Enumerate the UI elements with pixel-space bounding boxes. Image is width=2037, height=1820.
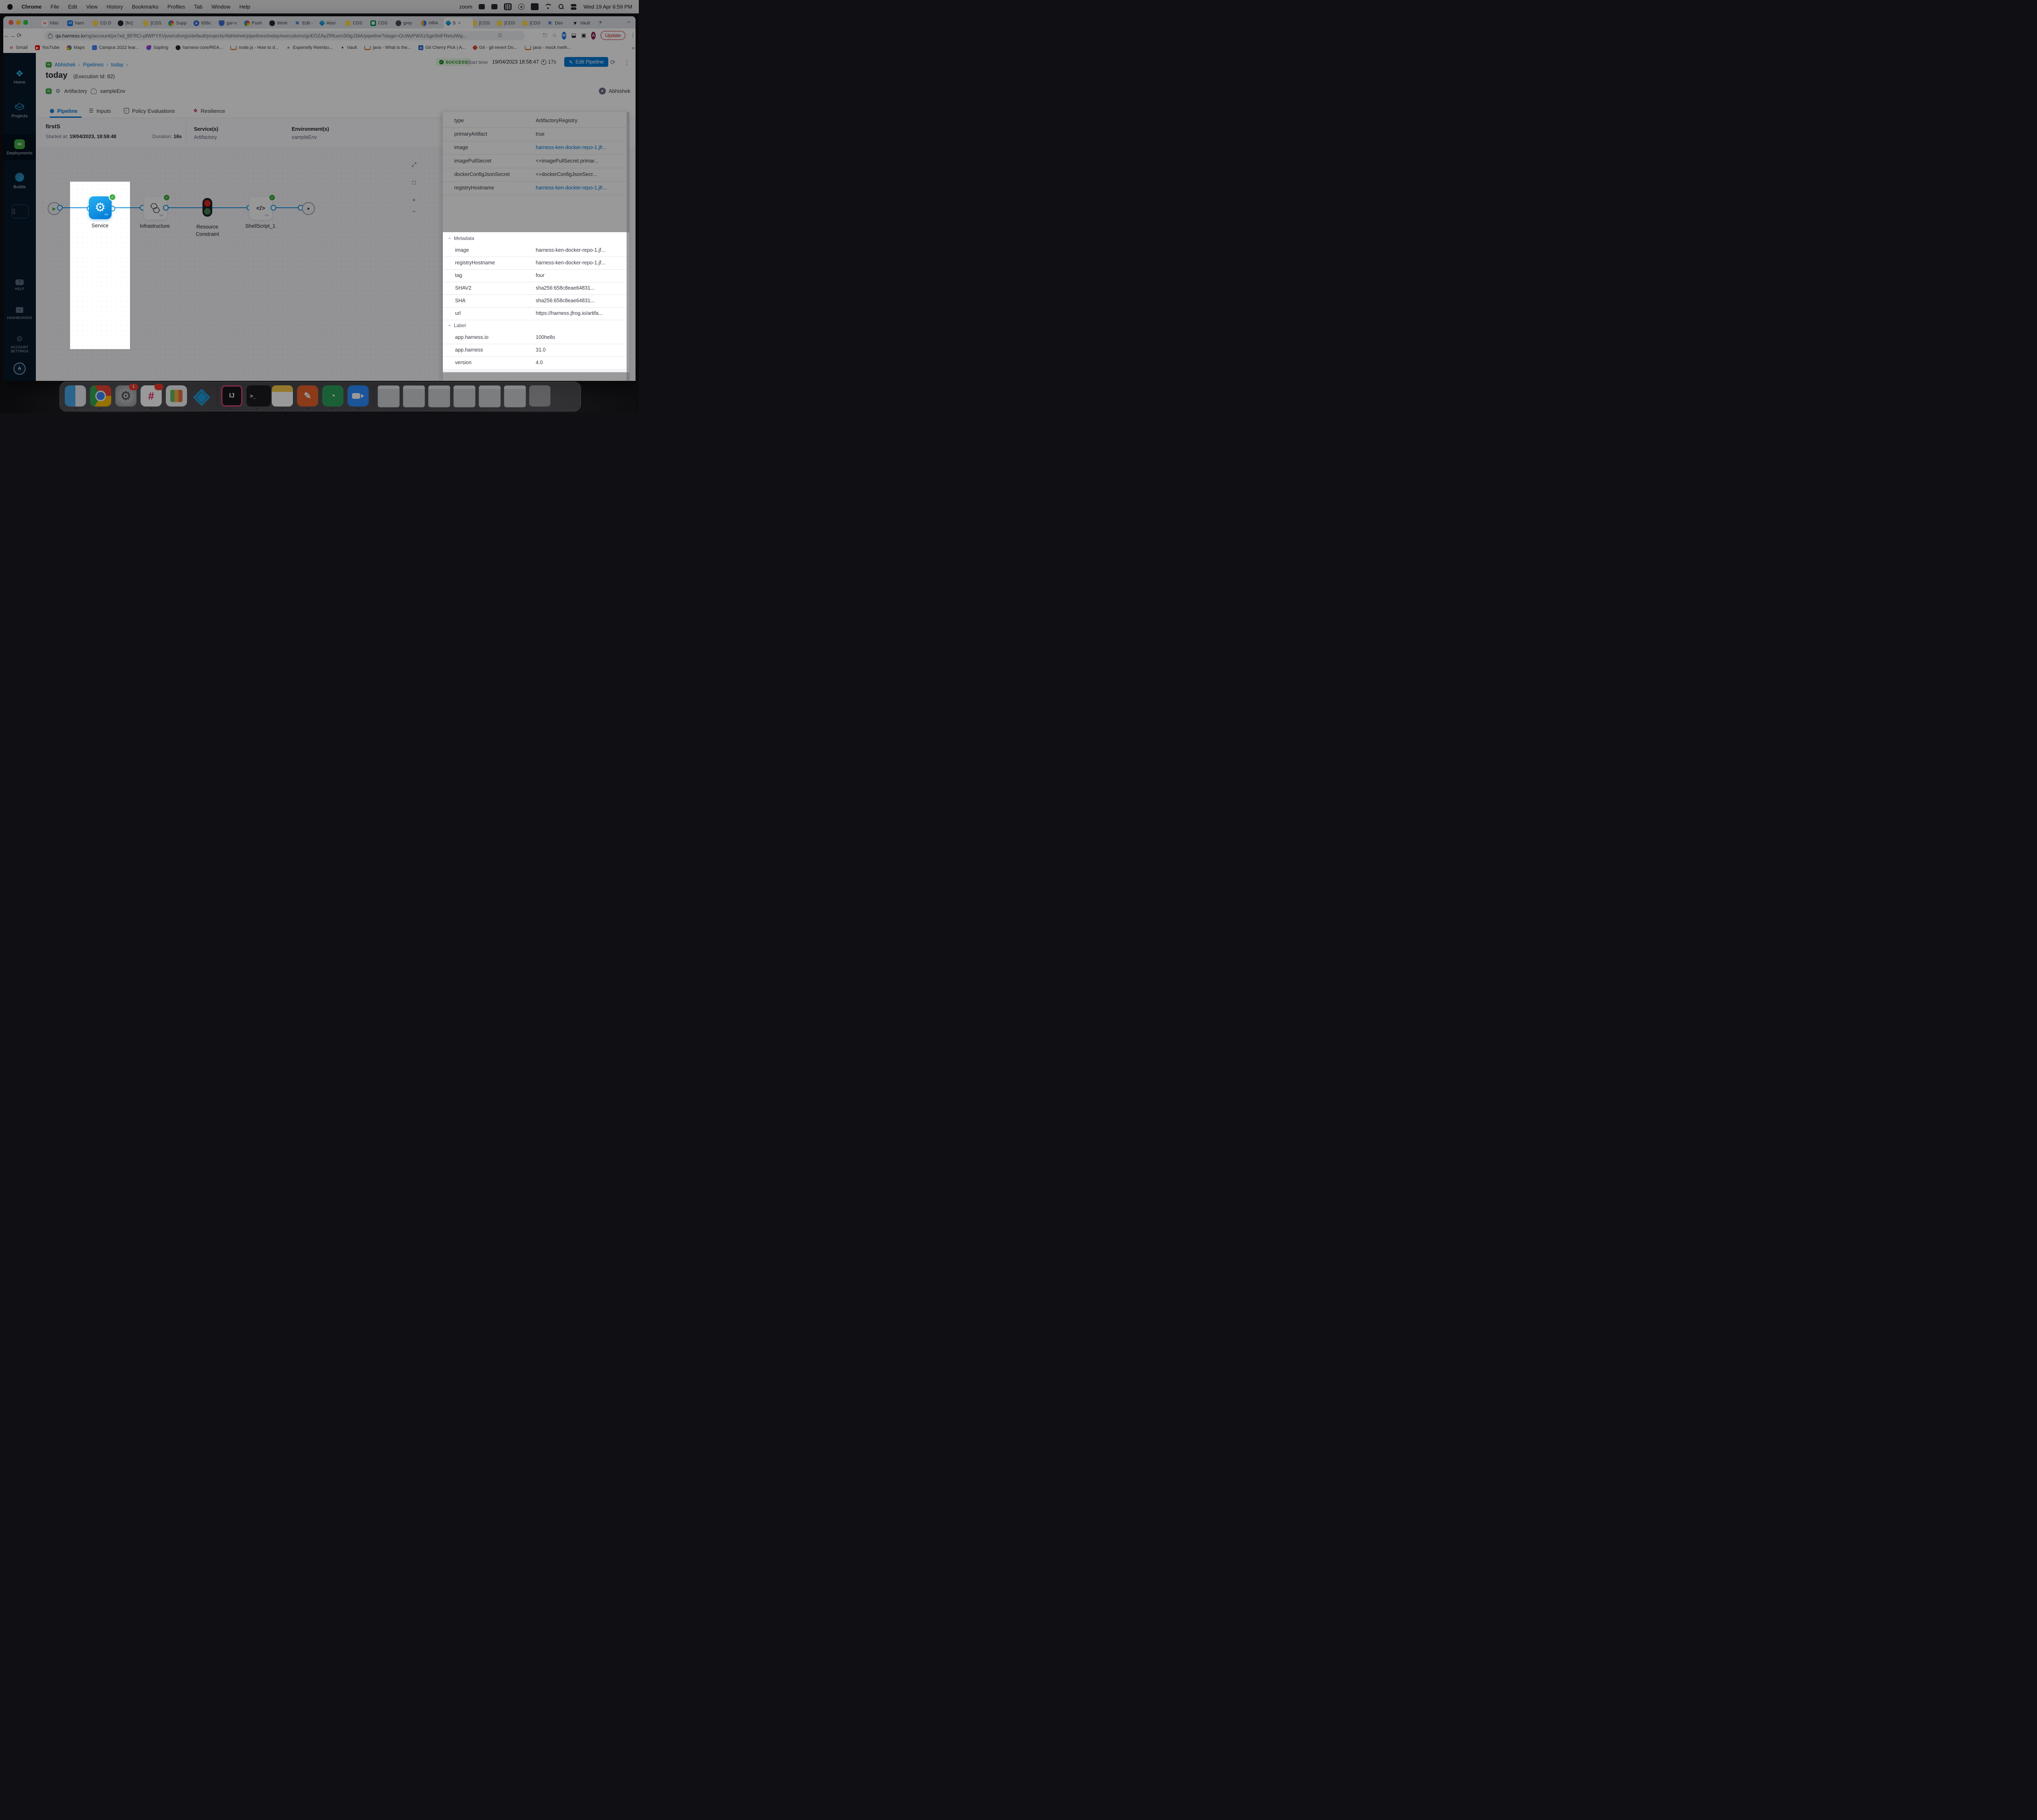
detail-row: SHAV2 sha256:658c8eae64831... <box>443 282 626 295</box>
chevron-up-icon[interactable]: › <box>447 237 452 239</box>
detail-key: url <box>455 310 461 316</box>
detail-key: SHA <box>455 298 466 303</box>
chevron-up-icon[interactable]: › <box>447 325 452 326</box>
metadata-spotlight-panel: ›Metadataimageharness-ken-docker-repo-1.… <box>443 232 629 372</box>
detail-row: app.harness 31.0 <box>443 344 626 357</box>
service-node-spotlight: ⚙ ✓ </> Service <box>70 182 130 349</box>
detail-key: image <box>455 247 469 253</box>
detail-row: url https://harness.jfrog.io/artifa... <box>443 307 626 320</box>
detail-key: tag <box>455 273 462 278</box>
section-header-metadata[interactable]: ›Metadata <box>449 235 474 241</box>
detail-row: app.harness.io 100hello <box>443 331 626 344</box>
section-title: Metadata <box>454 235 474 241</box>
detail-value: 100hello <box>536 334 555 340</box>
node-label: Service <box>70 223 130 229</box>
detail-key: app.harness.io <box>455 334 488 340</box>
detail-row: image harness-ken-docker-repo-1.jf... <box>443 244 626 257</box>
screen: ChromeFileEditViewHistoryBookmarksProfil… <box>0 0 639 413</box>
detail-key: version <box>455 360 471 365</box>
detail-value: sha256:658c8eae64831... <box>536 298 595 303</box>
panel-scrollbar[interactable] <box>627 232 629 372</box>
section-title: Label <box>454 323 466 328</box>
detail-key: app.harness <box>455 347 483 353</box>
detail-value: four <box>536 273 545 278</box>
detail-key: SHAV2 <box>455 285 471 291</box>
success-check-icon: ✓ <box>109 193 116 201</box>
detail-value: sha256:658c8eae64831... <box>536 285 595 291</box>
detail-value: 31.0 <box>536 347 546 353</box>
gear-icon: ⚙ <box>95 202 106 214</box>
detail-value[interactable]: harness-ken-docker-repo-1.jf... <box>536 260 605 266</box>
detail-row: registryHostname harness-ken-docker-repo-… <box>443 257 626 270</box>
code-icon: </> <box>104 213 108 216</box>
detail-value[interactable]: harness-ken-docker-repo-1.jf... <box>536 247 605 253</box>
detail-key: registryHostname <box>455 260 495 266</box>
graph-edge <box>70 207 89 208</box>
detail-row: version 4.0 <box>443 356 626 369</box>
detail-row: SHA sha256:658c8eae64831... <box>443 295 626 308</box>
detail-row: tag four <box>443 269 626 282</box>
section-header-label[interactable]: ›Label <box>449 323 466 328</box>
detail-value: 4.0 <box>536 360 543 365</box>
detail-value[interactable]: https://harness.jfrog.io/artifa... <box>536 310 603 316</box>
